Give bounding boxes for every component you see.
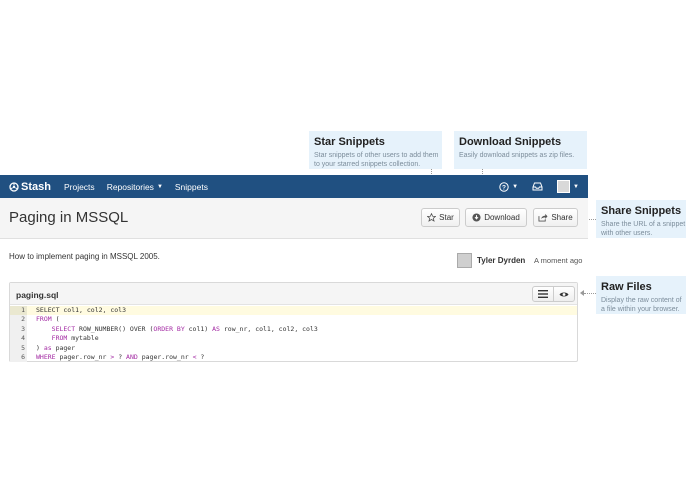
callout-description: Share the URL of a snippet	[601, 221, 686, 228]
code-line: 1 SELECT col1, col2, col3	[10, 306, 577, 316]
snippet-header: Paging in MSSQL Star Download Share	[0, 198, 588, 239]
download-label: Download	[484, 213, 520, 222]
callout-description: Display the raw content of	[601, 297, 682, 304]
callout-title: Raw Files	[601, 281, 652, 293]
stash-logo[interactable]: Stash	[9, 181, 51, 193]
code-line: 2 FROM (	[10, 315, 577, 325]
raw-view-button[interactable]	[553, 286, 575, 302]
download-snippets-callout: Download Snippets Easily download snippe…	[454, 131, 587, 169]
star-label: Star	[439, 213, 454, 222]
line-number[interactable]: 6	[10, 352, 27, 363]
callout-description: to your starred snippets collection.	[314, 161, 421, 168]
snippet-description: How to implement paging in MSSQL 2005.	[9, 252, 160, 261]
code-line: 6 WHERE pager.row_nr > ? AND pager.row_nr…	[10, 352, 577, 363]
line-number[interactable]: 2	[10, 315, 27, 325]
user-menu[interactable]: ▼	[557, 180, 579, 193]
svg-text:?: ?	[502, 184, 506, 191]
avatar[interactable]	[457, 253, 472, 268]
line-number[interactable]: 1	[10, 306, 27, 316]
line-number[interactable]: 4	[10, 334, 27, 344]
code-text: WHERE pager.row_nr > ? AND pager.row_nr …	[36, 352, 205, 361]
chevron-down-icon: ▼	[156, 183, 163, 190]
code-text: SELECT ROW_NUMBER() OVER (ORDER BY col1)…	[51, 324, 318, 333]
share-snippets-callout: Share Snippets Share the URL of a snippe…	[596, 200, 686, 238]
nav-repositories-label: Repositories	[106, 181, 154, 192]
share-label: Share	[551, 213, 573, 222]
stash-logo-icon	[9, 181, 19, 192]
line-number[interactable]: 3	[10, 324, 27, 335]
star-button[interactable]: Star	[421, 208, 460, 227]
brand-name: Stash	[21, 180, 51, 193]
timestamp: A moment ago	[534, 256, 583, 265]
callout-title: Star Snippets	[314, 136, 385, 148]
code-text: SELECT col1, col2, col3	[36, 306, 127, 314]
callout-title: Share Snippets	[601, 205, 682, 217]
file-header: paging.sql	[10, 283, 577, 305]
line-number[interactable]: 5	[10, 343, 27, 353]
raw-callout-arrow	[580, 290, 584, 296]
code-line: 3 SELECT ROW_NUMBER() OVER (ORDER BY col…	[10, 324, 577, 335]
star-snippets-callout: Star Snippets Star snippets of other use…	[309, 131, 442, 169]
code-line: 4 FROM mytable	[10, 334, 577, 344]
callout-description: Star snippets of other users to add them	[314, 152, 439, 159]
share-icon	[538, 213, 548, 222]
file-panel: paging.sql 1 SELECT col1, col2, col3 2 FROM…	[9, 282, 578, 363]
inbox-icon	[532, 182, 543, 191]
nav-repositories[interactable]: Repositories ▼	[107, 182, 163, 192]
eye-icon	[559, 291, 569, 297]
callout-description: Easily download snippets as zip files.	[459, 152, 575, 159]
chevron-down-icon: ▼	[573, 183, 579, 190]
raw-files-callout: Raw Files Display the raw content of a f…	[596, 276, 686, 314]
avatar	[557, 180, 571, 193]
help-icon: ?	[499, 181, 509, 192]
nav-projects[interactable]: Projects	[64, 182, 95, 192]
download-button[interactable]: Download	[465, 208, 527, 227]
nav-projects-label: Projects	[63, 181, 95, 192]
download-icon	[472, 213, 481, 222]
file-name: paging.sql	[16, 290, 59, 300]
callout-description: a file within your browser.	[601, 306, 680, 313]
nav-snippets-label: Snippets	[174, 181, 208, 192]
callout-title: Download Snippets	[459, 136, 562, 148]
star-icon	[427, 213, 437, 222]
raw-callout-connector	[584, 293, 596, 294]
code-text: FROM (	[36, 315, 60, 324]
page-title: Paging in MSSQL	[9, 209, 129, 226]
inbox-button[interactable]	[532, 182, 543, 191]
callout-description: with other users.	[601, 230, 653, 237]
top-navbar: Stash Projects Repositories ▼ Snippets ?…	[0, 175, 588, 198]
list-icon	[538, 290, 548, 298]
code-text: ) as pager	[36, 343, 76, 352]
author-name[interactable]: Tyler Dyrden	[477, 256, 525, 265]
source-view-button[interactable]	[532, 286, 554, 302]
share-button[interactable]: Share	[533, 208, 578, 227]
code-text: FROM mytable	[51, 334, 99, 343]
nav-snippets[interactable]: Snippets	[175, 182, 208, 192]
code-view[interactable]: 1 SELECT col1, col2, col3 2 FROM (3 SELECT …	[10, 306, 577, 363]
chevron-down-icon: ▼	[512, 183, 519, 190]
help-menu[interactable]: ? ▼	[499, 181, 519, 192]
code-line: 5 ) as pager	[10, 343, 577, 353]
